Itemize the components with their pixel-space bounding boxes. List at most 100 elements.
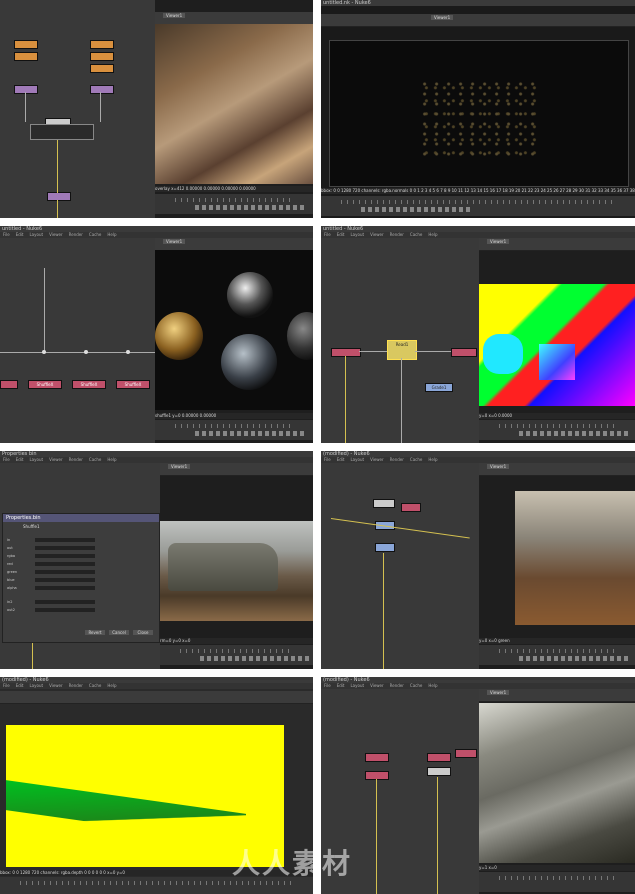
menu-item[interactable]: Render xyxy=(390,457,404,462)
viewer[interactable]: Viewer1 shuffle1 y=0 0.00000 0.00000 xyxy=(155,238,313,443)
node-graph[interactable] xyxy=(321,463,479,669)
tab-viewer[interactable]: Viewer1 xyxy=(487,239,510,244)
menu-item[interactable]: Layout xyxy=(29,683,43,688)
tab-viewer[interactable]: Viewer1 xyxy=(163,13,186,18)
menu-item[interactable]: Layout xyxy=(350,457,364,462)
playback-controls[interactable] xyxy=(195,431,305,436)
tab-viewer[interactable]: Viewer1 xyxy=(487,690,510,695)
properties-dialog[interactable]: Properties.bin Shuffle1 in out rgba red … xyxy=(2,513,160,643)
node[interactable] xyxy=(451,348,477,357)
menu-item[interactable]: Help xyxy=(107,683,116,688)
menu-item[interactable]: Render xyxy=(69,683,83,688)
property-field[interactable] xyxy=(35,546,95,550)
timeline-ruler[interactable] xyxy=(175,424,293,428)
revert-button[interactable]: Revert xyxy=(85,630,105,635)
menu-item[interactable]: Layout xyxy=(350,232,364,237)
timeline[interactable] xyxy=(479,872,635,892)
menu-item[interactable]: Cache xyxy=(89,457,101,462)
tab-viewer[interactable]: Viewer1 xyxy=(163,239,186,244)
node[interactable] xyxy=(375,543,395,552)
node[interactable] xyxy=(373,499,395,508)
node-graph[interactable]: ShuffleX ShuffleX ShuffleX xyxy=(0,238,155,443)
menu-item[interactable]: File xyxy=(324,683,331,688)
node[interactable] xyxy=(14,85,38,94)
menu-item[interactable]: Viewer xyxy=(49,232,63,237)
timeline-ruler[interactable] xyxy=(341,200,615,204)
timeline-ruler[interactable] xyxy=(499,424,615,428)
menu-item[interactable]: Help xyxy=(428,232,437,237)
menu-item[interactable]: Viewer xyxy=(49,457,63,462)
property-field[interactable] xyxy=(35,538,95,542)
node[interactable] xyxy=(427,767,451,776)
node-graph[interactable]: Read1 Grade1 xyxy=(321,238,479,443)
property-field[interactable] xyxy=(35,578,95,582)
menu-item[interactable]: Viewer xyxy=(370,232,384,237)
node-graph[interactable] xyxy=(0,0,155,218)
menu-item[interactable]: Cache xyxy=(410,232,422,237)
node[interactable] xyxy=(0,380,18,389)
timeline[interactable] xyxy=(160,645,313,665)
menu-item[interactable]: Render xyxy=(390,683,404,688)
timeline[interactable] xyxy=(479,645,635,665)
timeline-ruler[interactable] xyxy=(180,649,293,653)
menu-item[interactable]: File xyxy=(324,232,331,237)
node[interactable] xyxy=(427,753,451,762)
viewer[interactable]: Viewer1 y=1 x=0 xyxy=(479,689,635,894)
node[interactable] xyxy=(90,85,114,94)
timeline[interactable] xyxy=(155,420,313,440)
property-field[interactable] xyxy=(35,570,95,574)
shuffle-node[interactable]: ShuffleX xyxy=(116,380,150,389)
playback-controls[interactable] xyxy=(200,656,310,661)
viewer[interactable]: Viewer1 y=0 x=0 green xyxy=(479,463,635,669)
menu-item[interactable]: Cache xyxy=(410,683,422,688)
dot[interactable] xyxy=(42,350,46,354)
menu-item[interactable]: Viewer xyxy=(49,683,63,688)
menu-item[interactable]: Cache xyxy=(89,683,101,688)
timeline-ruler[interactable] xyxy=(499,876,615,880)
property-field[interactable] xyxy=(35,562,95,566)
menu-item[interactable]: Render xyxy=(69,457,83,462)
menu-item[interactable]: Help xyxy=(428,683,437,688)
tab-viewer[interactable]: Viewer1 xyxy=(168,464,191,469)
menu-item[interactable]: Cache xyxy=(89,232,101,237)
menu-item[interactable]: Render xyxy=(69,232,83,237)
menu-item[interactable]: Help xyxy=(428,457,437,462)
viewer[interactable]: Viewer1 overlay x=412 0.00000 0.00000 0.… xyxy=(155,0,313,218)
menu-item[interactable]: Viewer xyxy=(370,457,384,462)
menu-item[interactable]: Edit xyxy=(16,683,24,688)
timeline[interactable] xyxy=(321,196,635,216)
node[interactable] xyxy=(365,753,389,762)
timeline[interactable] xyxy=(155,194,313,214)
timeline[interactable] xyxy=(479,420,635,440)
playback-controls[interactable] xyxy=(519,431,629,436)
node[interactable] xyxy=(90,64,114,73)
node[interactable] xyxy=(47,192,71,201)
property-field[interactable] xyxy=(35,554,95,558)
property-field[interactable] xyxy=(35,608,95,612)
dot[interactable] xyxy=(84,350,88,354)
timeline-ruler[interactable] xyxy=(175,198,293,202)
menu-item[interactable]: Cache xyxy=(410,457,422,462)
menu-item[interactable]: Layout xyxy=(29,232,43,237)
node[interactable] xyxy=(401,503,421,512)
property-field[interactable] xyxy=(35,600,95,604)
viewer[interactable]: Viewer1 rm=0 y=0 x=0 xyxy=(160,463,313,669)
playback-controls[interactable] xyxy=(361,207,471,212)
dot[interactable] xyxy=(126,350,130,354)
read-node[interactable]: Read1 xyxy=(387,340,417,360)
menu-item[interactable]: Layout xyxy=(350,683,364,688)
menu-item[interactable]: Edit xyxy=(337,457,345,462)
node[interactable] xyxy=(331,348,361,357)
shuffle-node[interactable]: ShuffleX xyxy=(72,380,106,389)
menu-item[interactable]: Edit xyxy=(337,232,345,237)
menu-item[interactable]: Edit xyxy=(16,232,24,237)
node[interactable] xyxy=(14,52,38,61)
menu-item[interactable]: Help xyxy=(107,457,116,462)
menu-item[interactable]: Edit xyxy=(337,683,345,688)
shuffle-node[interactable]: ShuffleX xyxy=(28,380,62,389)
menu-item[interactable]: Layout xyxy=(29,457,43,462)
timeline-ruler[interactable] xyxy=(499,649,615,653)
grade-node[interactable]: Grade1 xyxy=(425,383,453,392)
playback-controls[interactable] xyxy=(195,205,305,210)
menu-item[interactable]: Edit xyxy=(16,457,24,462)
